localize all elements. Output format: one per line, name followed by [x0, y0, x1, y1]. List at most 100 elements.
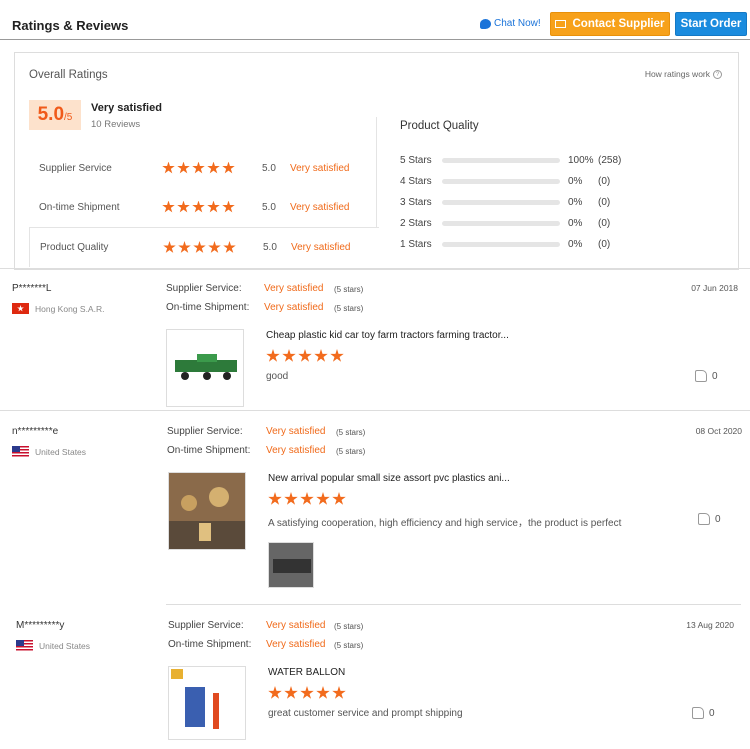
- distribution-percent: 100%: [568, 154, 594, 166]
- overall-score-denominator: /5: [64, 112, 73, 123]
- distribution-count: (0): [598, 196, 611, 208]
- on-time-shipment-value: Very satisfied: [264, 302, 324, 313]
- how-ratings-work-label: How ratings work: [644, 69, 710, 79]
- overall-ratings-title: Overall Ratings: [29, 69, 108, 81]
- country-flag-icon: [12, 303, 29, 314]
- chat-now-link[interactable]: Chat Now!: [480, 18, 541, 29]
- star-icon: [332, 492, 346, 505]
- ratings-header: Ratings & Reviews Chat Now! Contact Supp…: [0, 0, 750, 40]
- question-icon: ?: [713, 69, 722, 79]
- rating-stars: [163, 241, 236, 254]
- review-comment: A satisfying cooperation, high efficienc…: [268, 518, 622, 529]
- contact-supplier-button[interactable]: Contact Supplier: [550, 12, 670, 36]
- product-thumbnail[interactable]: [168, 666, 246, 740]
- distribution-bar: [442, 178, 560, 184]
- star-icon: [208, 241, 221, 253]
- product-thumbnail[interactable]: [168, 472, 246, 550]
- thumbs-up-icon: [692, 707, 704, 719]
- review-date: 08 Oct 2020: [695, 426, 742, 436]
- on-time-shipment-value: Very satisfied: [266, 445, 326, 456]
- contact-supplier-label: Contact Supplier: [572, 18, 665, 30]
- like-button[interactable]: 0: [698, 513, 721, 525]
- panel-divider: [376, 117, 377, 227]
- country-flag-icon: [12, 446, 29, 457]
- section-separator: [0, 268, 750, 269]
- star-icon: [193, 241, 206, 253]
- chat-now-label: Chat Now!: [494, 18, 541, 29]
- review-comment: great customer service and prompt shippi…: [268, 708, 463, 719]
- metric-satisfaction: Very satisfied: [290, 162, 350, 174]
- distribution-count: (0): [598, 217, 611, 229]
- overall-satisfaction: Very satisfied: [91, 102, 162, 114]
- reviewer-name: n*********e: [12, 426, 59, 437]
- distribution-bar: [442, 241, 560, 247]
- review-rating-stars: [268, 492, 346, 506]
- distribution-count: (0): [598, 175, 611, 187]
- product-quality-title: Product Quality: [400, 120, 479, 132]
- distribution-label: 2 Stars: [400, 217, 432, 229]
- distribution-count: (0): [598, 238, 611, 250]
- star-icon: [177, 200, 190, 213]
- reviewer-country: United States: [16, 640, 90, 651]
- metric-satisfaction: Very satisfied: [291, 242, 351, 253]
- how-ratings-work-link[interactable]: How ratings work ?: [645, 69, 722, 79]
- supplier-service-stars: (5 stars): [334, 285, 364, 294]
- distribution-percent: 0%: [568, 196, 583, 208]
- review-rating-stars: [268, 686, 346, 700]
- metric-supplier-service: Supplier Service 5.0 Very satisfied: [29, 153, 379, 183]
- metric-value: 5.0: [262, 201, 276, 213]
- star-icon: [207, 161, 220, 174]
- product-name-link[interactable]: WATER BALLON: [268, 667, 345, 678]
- chat-bubble-icon: [480, 18, 491, 29]
- star-icon: [268, 492, 282, 505]
- product-name-link[interactable]: New arrival popular small size assort pv…: [268, 473, 510, 484]
- distribution-bar: [442, 199, 560, 205]
- distribution-percent: 0%: [568, 238, 583, 250]
- star-icon: [298, 349, 312, 362]
- metric-name: On-time Shipment: [39, 201, 120, 213]
- distribution-label: 5 Stars: [400, 154, 432, 166]
- product-thumbnail[interactable]: [166, 329, 244, 407]
- review-rating-stars: [266, 349, 344, 363]
- star-icon: [314, 349, 328, 362]
- on-time-shipment-stars: (5 stars): [334, 641, 364, 650]
- distribution-bar: [442, 157, 560, 163]
- star-icon: [222, 161, 235, 174]
- star-icon: [207, 200, 220, 213]
- supplier-service-value: Very satisfied: [264, 283, 324, 294]
- like-button[interactable]: 0: [692, 707, 715, 719]
- metric-satisfaction: Very satisfied: [290, 201, 350, 213]
- star-icon: [332, 686, 346, 699]
- thumbs-up-icon: [698, 513, 710, 525]
- star-icon: [282, 349, 296, 362]
- product-image: [171, 669, 219, 729]
- product-name-link[interactable]: Cheap plastic kid car toy farm tractors …: [266, 330, 509, 341]
- on-time-shipment-label: On-time Shipment:: [168, 639, 252, 650]
- overall-score: 5.0: [37, 104, 65, 125]
- star-icon: [330, 349, 344, 362]
- star-icon: [162, 200, 175, 213]
- metric-product-quality[interactable]: Product Quality 5.0 Very satisfied: [29, 227, 379, 267]
- review-separator: [0, 410, 750, 411]
- like-button[interactable]: 0: [695, 370, 718, 382]
- star-icon: [316, 492, 330, 505]
- star-icon: [163, 241, 176, 253]
- page-title: Ratings & Reviews: [12, 18, 129, 33]
- country-flag-icon: [16, 640, 33, 651]
- star-icon: [222, 200, 235, 213]
- on-time-shipment-stars: (5 stars): [334, 304, 364, 313]
- supplier-service-stars: (5 stars): [334, 622, 364, 631]
- review-photo-thumbnail[interactable]: [268, 542, 314, 588]
- metric-value: 5.0: [262, 162, 276, 174]
- review-comment: good: [266, 371, 289, 382]
- rating-stars: [162, 161, 235, 175]
- start-order-button[interactable]: Start Order: [675, 12, 747, 36]
- star-icon: [177, 161, 190, 174]
- star-icon: [178, 241, 191, 253]
- distribution-label: 3 Stars: [400, 196, 432, 208]
- like-count: 0: [715, 513, 721, 525]
- overall-score-badge: 5.0 /5: [29, 100, 81, 130]
- envelope-icon: [555, 20, 567, 28]
- review-date: 13 Aug 2020: [686, 620, 734, 630]
- reviewer-country: United States: [12, 446, 86, 457]
